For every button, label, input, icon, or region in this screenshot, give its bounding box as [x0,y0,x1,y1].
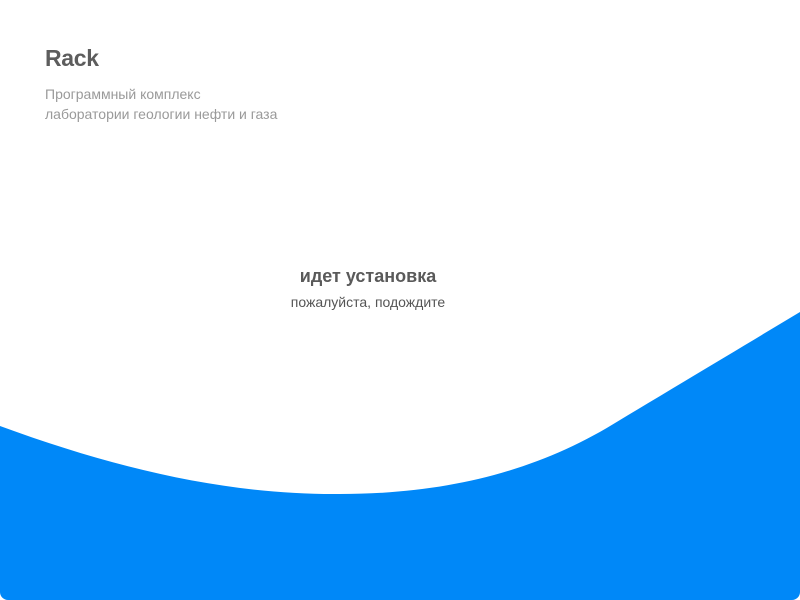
install-status: идет установка пожалуйста, подождите [0,264,736,312]
status-title: идет установка [299,266,437,286]
app-subtitle-line-2: лаборатории геологии нефти и газа [45,106,278,122]
app-subtitle: Программный комплекс лаборатории геологи… [45,84,277,124]
app-title: Rack [45,45,99,71]
brand-block: Rack Программный комплекс лаборатории ге… [45,44,277,124]
wave-shape [0,312,800,600]
app-subtitle-line-1: Программный комплекс [45,86,201,102]
status-subtitle: пожалуйста, подождите [290,294,446,310]
installer-window: Rack Программный комплекс лаборатории ге… [0,0,800,600]
